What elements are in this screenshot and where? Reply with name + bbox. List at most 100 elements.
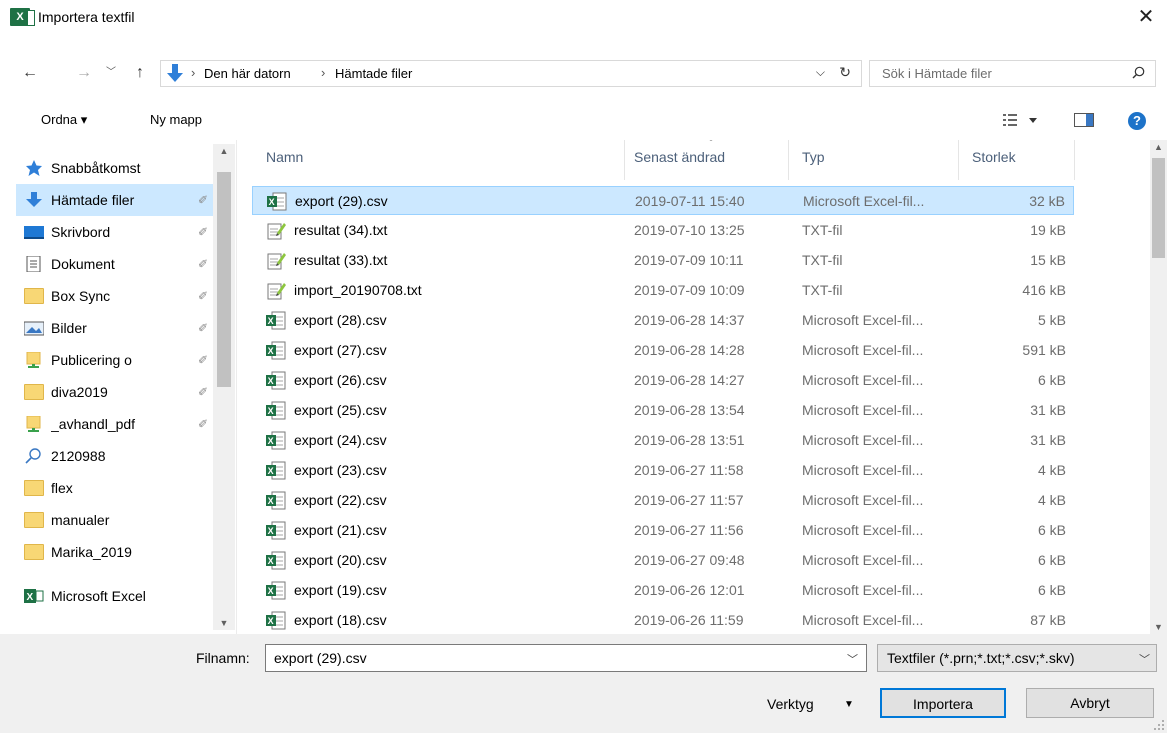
downloads-icon (167, 64, 183, 82)
recent-locations-button[interactable]: ﹀ (104, 62, 118, 84)
breadcrumb-separator: › (321, 65, 326, 80)
scroll-down-icon[interactable]: ▼ (1150, 622, 1167, 632)
organize-button[interactable]: Ordna ▾ (41, 112, 87, 128)
svg-text:X: X (268, 556, 274, 566)
search-input[interactable]: Sök i Hämtade filer (869, 60, 1156, 87)
excel-file-icon: X (266, 371, 286, 390)
tools-button[interactable]: Verktyg ▼ (757, 690, 867, 720)
file-type: TXT-fil (802, 222, 843, 238)
column-divider[interactable] (958, 140, 959, 180)
refresh-icon[interactable]: ↻ (839, 64, 851, 81)
column-divider[interactable] (788, 140, 789, 180)
dialog-footer: Filnamn: export (29).csv ﹀ Textfiler (*.… (0, 634, 1167, 733)
forward-button[interactable]: → (72, 62, 96, 84)
file-type-select[interactable]: Textfiler (*.prn;*.txt;*.csv;*.skv) ﹀ (877, 644, 1157, 672)
breadcrumb-this-pc[interactable]: Den här datorn (204, 66, 291, 81)
address-history-chevron-icon[interactable]: ⌵ (816, 65, 825, 80)
pictures-icon (24, 321, 44, 336)
sidebar-scroll-thumb[interactable] (217, 172, 231, 387)
file-row[interactable]: Xexport (23).csv 2019-06-27 11:58 Microsof… (252, 456, 1074, 485)
file-row[interactable]: Xexport (25).csv 2019-06-28 13:54 Microsof… (252, 396, 1074, 425)
file-modified: 2019-06-26 12:01 (634, 582, 745, 598)
sidebar-item-documents[interactable]: Dokument ✐ (16, 248, 214, 280)
resize-grip-icon[interactable] (1153, 719, 1165, 731)
network-folder-icon (26, 416, 41, 432)
file-row[interactable]: resultat (34).txt 2019-07-10 13:25 TXT-fil… (252, 216, 1074, 245)
sidebar-item-publicering[interactable]: Publicering o ✐ (16, 344, 214, 376)
sidebar-item-downloads[interactable]: Hämtade filer ✐ (16, 184, 214, 216)
star-icon (26, 160, 42, 176)
document-icon (26, 256, 41, 272)
file-modified: 2019-06-28 14:37 (634, 312, 745, 328)
file-row[interactable]: Xexport (24).csv 2019-06-28 13:51 Microsof… (252, 426, 1074, 455)
close-button[interactable]: ✕ (1131, 4, 1161, 30)
column-header-type[interactable]: Typ (802, 149, 825, 165)
chevron-down-icon: ﹀ (106, 67, 116, 78)
file-row[interactable]: Xexport (27).csv 2019-06-28 14:28 Microsof… (252, 336, 1074, 365)
file-row[interactable]: Xexport (20).csv 2019-06-27 09:48 Microsof… (252, 546, 1074, 575)
file-type: Microsoft Excel-fil... (802, 342, 924, 358)
filename-value: export (29).csv (274, 650, 367, 666)
file-row[interactable]: Xexport (19).csv 2019-06-26 12:01 Microsof… (252, 576, 1074, 605)
import-button[interactable]: Importera (880, 688, 1006, 718)
file-type-value: Textfiler (*.prn;*.txt;*.csv;*.skv) (887, 650, 1075, 666)
file-modified: 2019-06-26 11:59 (634, 612, 744, 628)
sidebar-item-pictures[interactable]: Bilder ✐ (16, 312, 214, 344)
file-row[interactable]: Xexport (28).csv 2019-06-28 14:37 Microsof… (252, 306, 1074, 335)
column-header-size[interactable]: Storlek (972, 149, 1016, 165)
file-row[interactable]: Xexport (26).csv 2019-06-28 14:27 Microsof… (252, 366, 1074, 395)
file-list-scrollbar[interactable]: ▲ ▼ (1150, 140, 1167, 634)
file-modified: 2019-06-28 13:54 (634, 402, 745, 418)
new-folder-button[interactable]: Ny mapp (150, 112, 202, 127)
sidebar-item-avhandl-pdf[interactable]: _avhandl_pdf ✐ (16, 408, 214, 440)
file-size: 416 kB (1022, 282, 1066, 298)
view-options-icon[interactable] (1003, 112, 1043, 128)
column-header-modified[interactable]: Senast ändrad (634, 149, 725, 165)
file-size: 6 kB (1037, 372, 1066, 388)
file-name: export (26).csv (294, 372, 387, 388)
back-button[interactable]: ← (18, 62, 42, 84)
sidebar-item-desktop[interactable]: Skrivbord ✐ (16, 216, 214, 248)
sort-indicator-icon: ﹀ (706, 140, 716, 149)
scroll-down-icon[interactable]: ▼ (213, 618, 235, 628)
filename-field[interactable]: export (29).csv ﹀ (265, 644, 867, 672)
sidebar-item-manualer[interactable]: manualer (16, 504, 214, 536)
file-row[interactable]: resultat (33).txt 2019-07-09 10:11 TXT-fil… (252, 246, 1074, 275)
column-divider[interactable] (624, 140, 625, 180)
file-type: Microsoft Excel-fil... (802, 612, 924, 628)
svg-text:X: X (268, 586, 274, 596)
breadcrumb-downloads[interactable]: Hämtade filer (335, 66, 412, 81)
scroll-up-icon[interactable]: ▲ (213, 146, 235, 156)
preview-pane-icon[interactable] (1074, 113, 1094, 127)
file-modified: 2019-06-27 11:56 (634, 522, 744, 538)
file-row[interactable]: Xexport (29).csv 2019-07-11 15:40 Microsof… (252, 186, 1074, 215)
file-modified: 2019-07-09 10:09 (634, 282, 745, 298)
sidebar-scrollbar[interactable]: ▲ ▼ (213, 144, 235, 630)
column-header-name[interactable]: Namn (266, 149, 303, 165)
address-bar[interactable]: › Den här datorn › Hämtade filer ⌵ ↻ (160, 60, 862, 87)
file-row[interactable]: Xexport (18).csv 2019-06-26 11:59 Microsof… (252, 606, 1074, 634)
sidebar-item-quick-access[interactable]: Snabbåtkomst (16, 152, 214, 184)
up-button[interactable]: ↑ (128, 62, 152, 84)
file-row[interactable]: Xexport (21).csv 2019-06-27 11:56 Microsof… (252, 516, 1074, 545)
column-divider[interactable] (1074, 140, 1075, 180)
sidebar-item-flex[interactable]: flex (16, 472, 214, 504)
sidebar-item-diva2019[interactable]: diva2019 ✐ (16, 376, 214, 408)
text-file-icon (267, 253, 286, 270)
chevron-down-icon[interactable]: ﹀ (847, 651, 858, 667)
scroll-up-icon[interactable]: ▲ (1150, 142, 1167, 152)
sidebar-item-microsoft-excel[interactable]: X Microsoft Excel (16, 580, 214, 612)
file-row[interactable]: Xexport (22).csv 2019-06-27 11:57 Microsof… (252, 486, 1074, 515)
file-size: 6 kB (1037, 522, 1066, 538)
help-icon[interactable]: ? (1128, 112, 1146, 130)
sidebar-item-marika-2019[interactable]: Marika_2019 (16, 536, 214, 568)
file-modified: 2019-06-28 14:27 (634, 372, 745, 388)
file-type: TXT-fil (802, 282, 843, 298)
sidebar-item-saved-search[interactable]: 2120988 (16, 440, 214, 472)
file-list-scroll-thumb[interactable] (1152, 158, 1165, 258)
file-name: export (24).csv (294, 432, 387, 448)
file-row[interactable]: import_20190708.txt 2019-07-09 10:09 TXT-f… (252, 276, 1074, 305)
sidebar-item-label: Marika_2019 (51, 544, 132, 560)
sidebar-item-box-sync[interactable]: Box Sync ✐ (16, 280, 214, 312)
cancel-button[interactable]: Avbryt (1026, 688, 1154, 718)
